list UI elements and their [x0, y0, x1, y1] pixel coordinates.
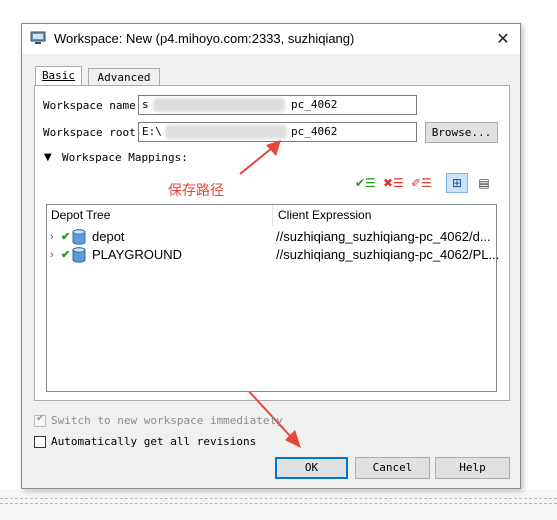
- checkmark-icon: ✔: [61, 249, 71, 261]
- tree-row[interactable]: › ✔ depot //suzhiqiang_suzhiqiang-pc_406…: [47, 228, 496, 246]
- tab-basic[interactable]: Basic: [35, 66, 82, 86]
- workspace-root-label: Workspace root:: [43, 126, 143, 139]
- tree-row[interactable]: › ✔ PLAYGROUND //suzhiqiang_suzhiqiang-p…: [47, 246, 500, 264]
- auto-get-revisions-checkbox[interactable]: [34, 436, 46, 448]
- remove-mapping-icon[interactable]: ✖☰: [383, 175, 404, 191]
- tab-basic-label: Basic: [41, 69, 76, 82]
- depot-icon: [72, 247, 86, 263]
- close-icon: ✕: [496, 29, 510, 48]
- workspace-name-prefix: s: [142, 98, 149, 111]
- mappings-tree: Depot Tree Client Expression › ✔ depot /…: [46, 204, 500, 392]
- help-button[interactable]: Help: [435, 457, 510, 479]
- close-button[interactable]: ✕: [492, 28, 514, 50]
- clear-mapping-icon[interactable]: ✐☰: [411, 175, 432, 191]
- redacted-text: [165, 125, 287, 139]
- divider: [0, 498, 557, 499]
- window-title: Workspace: New (p4.mihoyo.com:2333, suzh…: [54, 31, 355, 46]
- workspace-dialog: Workspace: New (p4.mihoyo.com:2333, suzh…: [21, 23, 521, 489]
- workspace-mappings-label: Workspace Mappings:: [62, 151, 188, 164]
- workspace-icon: [30, 31, 46, 44]
- client-expression: //suzhiqiang_suzhiqiang-pc_4062/d...: [276, 229, 491, 244]
- expand-icon[interactable]: ›: [50, 246, 54, 264]
- workspace-name-label: Workspace name:: [43, 99, 143, 112]
- switch-workspace-label: Switch to new workspace immediately: [51, 414, 283, 427]
- background-strip: [0, 490, 557, 520]
- ok-label: OK: [304, 461, 319, 474]
- add-mapping-icon[interactable]: ✔☰: [355, 175, 376, 191]
- cancel-button[interactable]: Cancel: [355, 457, 430, 479]
- workspace-root-suffix: pc_4062: [291, 125, 338, 138]
- workspace-name-field[interactable]: s pc_4062: [138, 95, 417, 115]
- tree-view-icon[interactable]: ⊞: [446, 173, 468, 193]
- column-header-depot-tree[interactable]: Depot Tree: [47, 205, 273, 226]
- depot-icon: [72, 229, 86, 245]
- workspace-root-prefix: E:\: [142, 125, 162, 138]
- checkmark-icon: ✔: [36, 413, 45, 424]
- browse-button[interactable]: Browse...: [425, 122, 498, 143]
- title-bar: Workspace: New (p4.mihoyo.com:2333, suzh…: [22, 24, 520, 54]
- annotation-text: 保存路径: [168, 183, 224, 199]
- column-header-label: Client Expression: [278, 208, 372, 222]
- switch-workspace-checkbox[interactable]: ✔: [34, 413, 46, 427]
- depot-name: PLAYGROUND: [92, 247, 183, 262]
- browse-label: Browse...: [431, 126, 492, 139]
- help-label: Help: [459, 461, 486, 474]
- expand-icon[interactable]: ›: [50, 228, 54, 246]
- tab-advanced[interactable]: Advanced: [88, 68, 160, 86]
- workspace-name-suffix: pc_4062: [291, 98, 338, 111]
- checkmark-icon: ✔: [61, 231, 71, 243]
- ok-button[interactable]: OK: [275, 457, 348, 479]
- workspace-root-field[interactable]: E:\ pc_4062: [138, 122, 417, 142]
- text-view-icon[interactable]: ▤: [474, 175, 494, 191]
- auto-get-revisions-label: Automatically get all revisions: [51, 435, 257, 448]
- column-header-client-expression[interactable]: Client Expression: [274, 205, 496, 226]
- depot-name: depot: [92, 229, 125, 244]
- redacted-text: [153, 98, 285, 112]
- tab-advanced-label: Advanced: [97, 71, 151, 84]
- collapse-icon[interactable]: ▼: [44, 152, 52, 163]
- cancel-label: Cancel: [372, 461, 413, 474]
- client-expression: //suzhiqiang_suzhiqiang-pc_4062/PL...: [276, 247, 500, 262]
- column-header-label: Depot Tree: [51, 208, 111, 222]
- divider: [0, 503, 557, 504]
- arrowhead: [285, 430, 301, 448]
